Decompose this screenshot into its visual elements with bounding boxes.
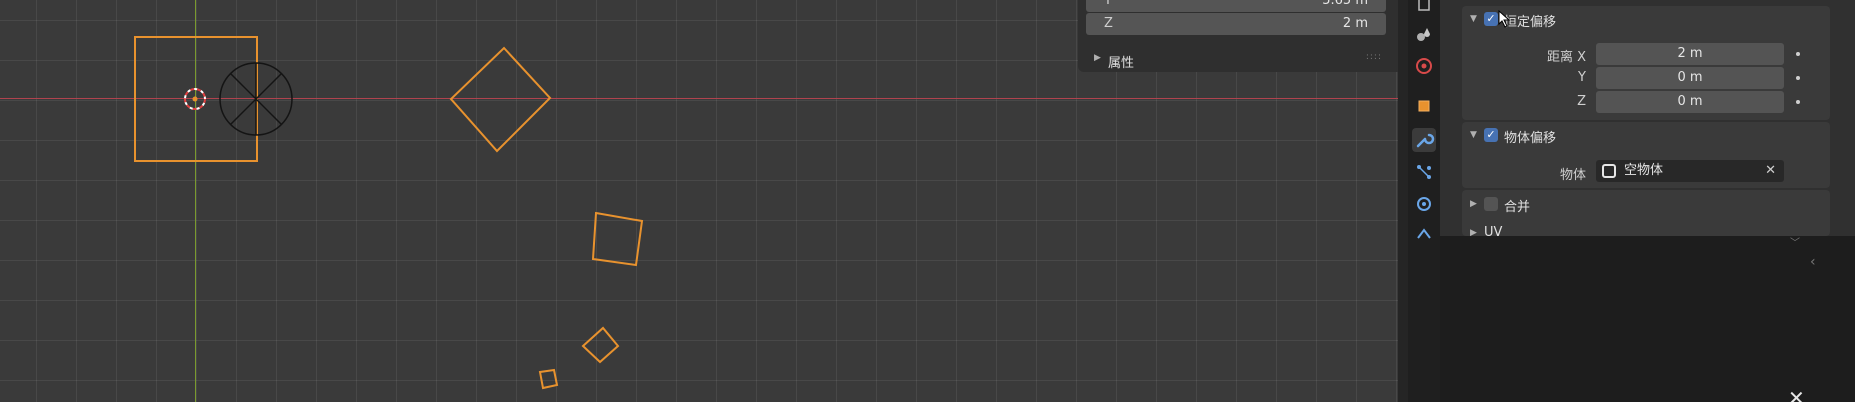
collapse-triangle-icon: ▶ — [1470, 228, 1477, 236]
constant-offset-checkbox[interactable]: ✓ — [1484, 12, 1498, 26]
expand-triangle-icon: ▼ — [1470, 130, 1477, 140]
merge-header[interactable]: ▶ 合并 — [1462, 193, 1830, 217]
uv-header[interactable]: ▶ UV — [1462, 222, 1830, 236]
object-icon[interactable] — [1412, 94, 1436, 118]
close-icon[interactable]: ✕ — [1788, 386, 1805, 402]
attributes-section-title: 属性 — [1108, 56, 1135, 71]
dimension-y-field[interactable]: Y 5.65 m — [1086, 0, 1386, 12]
empty-object-gizmo — [219, 62, 293, 136]
dimension-y-value: 5.65 m — [1322, 0, 1368, 8]
array-copy-3 — [581, 326, 620, 364]
distance-y-field[interactable]: 0 m — [1596, 67, 1784, 89]
render-icon[interactable] — [1412, 54, 1436, 78]
merge-checkbox[interactable] — [1484, 197, 1498, 211]
merge-title: 合并 — [1504, 200, 1531, 215]
dimension-z-value: 2 m — [1342, 16, 1368, 31]
collapse-triangle-icon: ▶ — [1094, 53, 1101, 63]
array-copy-4 — [538, 368, 559, 390]
chevron-down-icon[interactable]: ﹀ — [1790, 234, 1800, 249]
scene-icon[interactable] — [1412, 0, 1436, 16]
attributes-section-header[interactable]: ▶ 属性 :::: — [1078, 48, 1398, 72]
world-icon[interactable] — [1412, 22, 1436, 46]
distance-x-field[interactable]: 2 m — [1596, 43, 1784, 65]
properties-tab-column — [1408, 0, 1440, 402]
empty-editor-area — [1440, 236, 1855, 402]
keyframe-dot-icon[interactable] — [1796, 76, 1800, 80]
array-copy-1 — [449, 46, 552, 153]
object-offset-title: 物体偏移 — [1504, 131, 1557, 146]
viewport-sidebar: Y 5.65 m Z 2 m ▶ 属性 :::: — [1078, 0, 1398, 72]
constraints-icon[interactable] — [1412, 222, 1436, 246]
object-offset-checkbox[interactable]: ✓ — [1484, 128, 1498, 142]
3d-viewport[interactable]: Y 5.65 m Z 2 m ▶ 属性 :::: — [0, 0, 1398, 402]
area-separator[interactable] — [1398, 0, 1408, 402]
clear-icon[interactable]: ✕ — [1765, 160, 1776, 182]
keyframe-dot-icon[interactable] — [1796, 52, 1800, 56]
array-copy-2 — [591, 211, 644, 267]
dimension-y-label: Y — [1104, 0, 1112, 8]
distance-z-field[interactable]: 0 m — [1596, 91, 1784, 113]
distance-z-label: Z — [1577, 94, 1586, 109]
modifier-icon[interactable] — [1412, 128, 1436, 152]
mouse-pointer-icon — [1498, 10, 1511, 28]
dimension-z-field[interactable]: Z 2 m — [1086, 13, 1386, 35]
properties-editor: ▼ ✓ 恒定偏移 ▼ ✓ 物体偏移 ▶ 合并 ▶ UV — [1440, 0, 1855, 236]
dimension-z-label: Z — [1104, 16, 1113, 31]
expand-triangle-icon: ▼ — [1470, 14, 1477, 24]
particles-icon[interactable] — [1412, 160, 1436, 184]
empty-object-icon — [1602, 164, 1616, 178]
keyframe-dot-icon[interactable] — [1796, 100, 1800, 104]
uv-title: UV — [1484, 225, 1503, 236]
offset-object-label: 物体 — [1559, 168, 1586, 183]
distance-x-label: 距离 X — [1546, 50, 1586, 65]
physics-icon[interactable] — [1412, 192, 1436, 216]
offset-object-field[interactable]: 空物体 ✕ — [1596, 160, 1784, 182]
chevron-left-icon[interactable]: ‹ — [1810, 254, 1816, 270]
offset-object-name: 空物体 — [1624, 163, 1664, 178]
3d-cursor — [184, 88, 206, 110]
distance-y-label: Y — [1578, 70, 1586, 85]
object-offset-header[interactable]: ▼ ✓ 物体偏移 — [1462, 124, 1830, 148]
collapse-triangle-icon: ▶ — [1470, 199, 1477, 209]
drag-grip-icon[interactable]: :::: — [1366, 52, 1382, 62]
constant-offset-header[interactable]: ▼ ✓ 恒定偏移 — [1462, 8, 1830, 32]
